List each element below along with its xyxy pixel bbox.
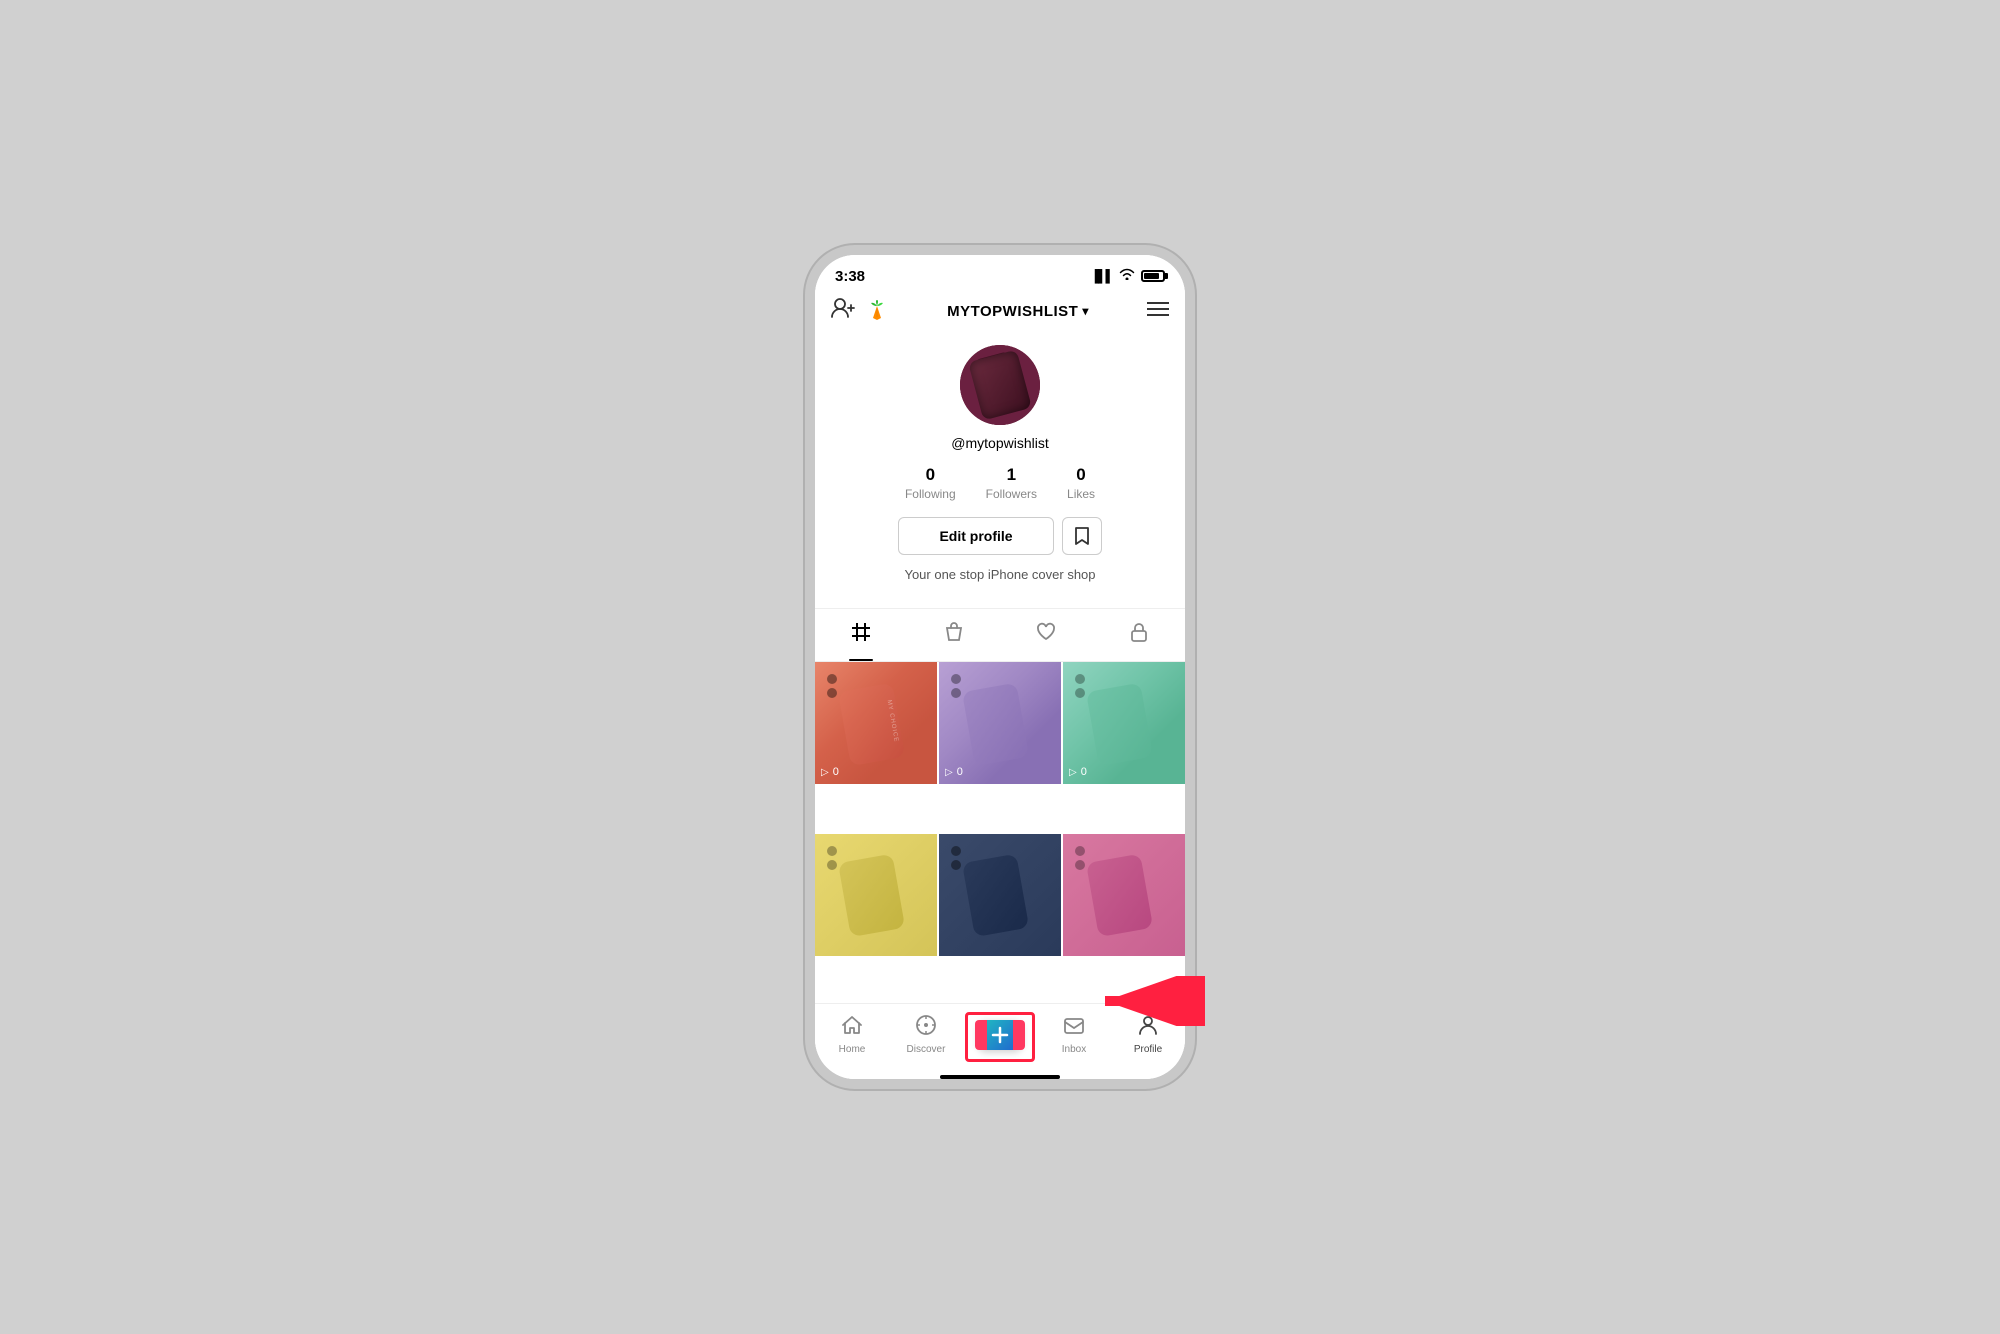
- grid-item[interactable]: ▷ 0: [815, 662, 937, 784]
- tab-likes[interactable]: [1000, 609, 1093, 661]
- page-title: MYTOPWISHLIST ▾: [889, 303, 1147, 320]
- view-count: 0: [1081, 766, 1087, 778]
- nav-item-home[interactable]: Home: [815, 1010, 889, 1059]
- stats-row: 0 Following 1 Followers 0 Likes: [905, 465, 1095, 501]
- avatar: [960, 345, 1040, 425]
- edit-profile-button[interactable]: Edit profile: [898, 517, 1053, 555]
- likes-count: 0: [1076, 465, 1085, 485]
- battery-icon: [1141, 270, 1165, 282]
- bookmark-button[interactable]: [1062, 517, 1102, 555]
- tab-shop[interactable]: [908, 609, 1001, 661]
- status-icons: ▐▌▌: [1090, 267, 1165, 285]
- bottom-nav: Home Discover: [815, 1003, 1185, 1075]
- likes-label: Likes: [1067, 487, 1095, 501]
- status-bar: 3:38 ▐▌▌: [815, 255, 1185, 291]
- play-icon: ▷: [1069, 767, 1077, 778]
- tab-grid[interactable]: [815, 609, 908, 661]
- inbox-icon: [1063, 1014, 1085, 1042]
- wifi-icon: [1119, 267, 1135, 285]
- grid-item[interactable]: [1063, 834, 1185, 956]
- title-text: MYTOPWISHLIST: [947, 303, 1078, 320]
- following-label: Following: [905, 487, 956, 501]
- grid-item-views: ▷ 0: [821, 766, 839, 778]
- shop-bag-icon: [943, 621, 965, 649]
- profile-buttons: Edit profile: [898, 517, 1101, 555]
- status-time: 3:38: [835, 268, 865, 285]
- username-label: @mytopwishlist: [951, 435, 1048, 451]
- followers-count: 1: [1007, 465, 1016, 485]
- grid-item[interactable]: [815, 834, 937, 956]
- dropdown-chevron[interactable]: ▾: [1082, 304, 1089, 318]
- top-nav: MYTOPWISHLIST ▾: [815, 291, 1185, 333]
- followers-stat[interactable]: 1 Followers: [986, 465, 1037, 501]
- bio-text: Your one stop iPhone cover shop: [904, 567, 1095, 582]
- view-count: 0: [957, 766, 963, 778]
- grid-item[interactable]: ▷ 0: [939, 662, 1061, 784]
- grid-item-views: ▷ 0: [1069, 766, 1087, 778]
- phone-frame: 3:38 ▐▌▌: [805, 245, 1195, 1089]
- carrot-logo-icon: [865, 299, 889, 323]
- following-stat[interactable]: 0 Following: [905, 465, 956, 501]
- create-button-container: [963, 1020, 1037, 1050]
- grid-item-views: ▷ 0: [945, 766, 963, 778]
- content-tabs: [815, 608, 1185, 662]
- followers-label: Followers: [986, 487, 1037, 501]
- grid-item[interactable]: [939, 834, 1061, 956]
- profile-icon: [1137, 1014, 1159, 1042]
- discover-icon: [915, 1014, 937, 1042]
- grid-item[interactable]: ▷ 0: [1063, 662, 1185, 784]
- likes-stat[interactable]: 0 Likes: [1067, 465, 1095, 501]
- home-label: Home: [839, 1044, 866, 1055]
- lock-icon: [1128, 621, 1150, 649]
- create-button[interactable]: [978, 1020, 1022, 1050]
- content-grid: ▷ 0: [815, 662, 1185, 1003]
- grid-icon: [850, 621, 872, 649]
- view-count: 0: [833, 766, 839, 778]
- nav-item-inbox[interactable]: Inbox: [1037, 1010, 1111, 1059]
- discover-label: Discover: [907, 1044, 946, 1055]
- tab-lock[interactable]: [1093, 609, 1186, 661]
- profile-label: Profile: [1134, 1044, 1162, 1055]
- nav-item-profile[interactable]: Profile: [1111, 1010, 1185, 1059]
- play-icon: ▷: [821, 767, 829, 778]
- following-count: 0: [926, 465, 935, 485]
- inbox-label: Inbox: [1062, 1044, 1086, 1055]
- nav-left-icons: [831, 297, 889, 325]
- add-user-icon[interactable]: [831, 297, 855, 325]
- menu-icon[interactable]: [1147, 300, 1169, 323]
- home-icon: [841, 1014, 863, 1042]
- profile-section: @mytopwishlist 0 Following 1 Followers 0…: [815, 333, 1185, 608]
- heart-icon: [1035, 621, 1057, 649]
- nav-item-discover[interactable]: Discover: [889, 1010, 963, 1059]
- play-icon: ▷: [945, 767, 953, 778]
- phone-screen: 3:38 ▐▌▌: [815, 255, 1185, 1079]
- signal-icon: ▐▌▌: [1090, 269, 1113, 283]
